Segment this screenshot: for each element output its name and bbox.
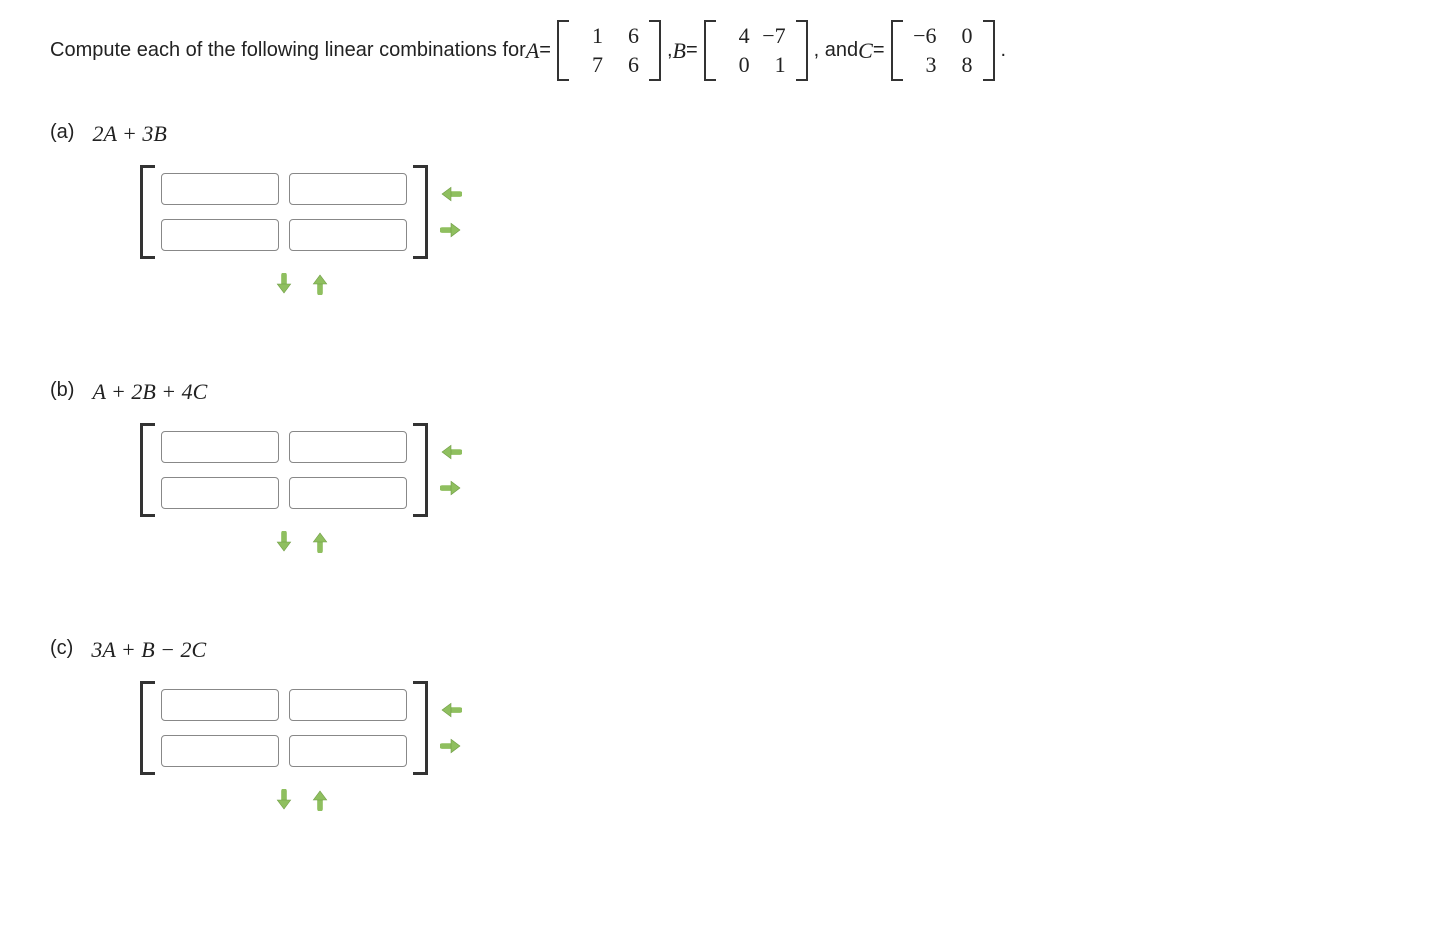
answer-matrix [140, 423, 428, 517]
A-symbol: A [526, 38, 539, 64]
add-row-icon[interactable] [271, 787, 297, 813]
A-r2c2: 6 [609, 51, 645, 80]
remove-column-icon[interactable] [438, 439, 464, 465]
matrix-cell-input[interactable] [161, 431, 279, 463]
part-label: (a) [50, 121, 74, 147]
equals-B: = [686, 39, 698, 62]
question-part: (a) 2A + 3B [50, 121, 1406, 299]
matrix-cell-input[interactable] [161, 173, 279, 205]
B-r1c2: −7 [756, 22, 792, 51]
matrix-cell-input[interactable] [161, 735, 279, 767]
C-r2c2: 8 [943, 51, 979, 80]
part-label: (c) [50, 637, 73, 663]
C-symbol: C [858, 38, 873, 64]
C-r1c2: 0 [943, 22, 979, 51]
B-symbol: B [673, 38, 686, 64]
remove-row-icon[interactable] [307, 271, 333, 297]
question-part: (b) A + 2B + 4C [50, 379, 1406, 557]
C-r1c1: −6 [907, 22, 943, 51]
intro-period: . [1001, 39, 1007, 62]
answer-matrix [140, 681, 428, 775]
B-r2c1: 0 [720, 51, 756, 80]
remove-row-icon[interactable] [307, 529, 333, 555]
answer-matrix [140, 165, 428, 259]
add-column-icon[interactable] [438, 475, 464, 501]
B-r1c1: 4 [720, 22, 756, 51]
equals-A: = [539, 39, 551, 62]
question-part: (c) 3A + B − 2C [50, 637, 1406, 815]
B-r2c2: 1 [756, 51, 792, 80]
matrix-cell-input[interactable] [161, 477, 279, 509]
A-r1c1: 1 [573, 22, 609, 51]
part-expression: 2A + 3B [92, 121, 166, 147]
question-intro: Compute each of the following linear com… [50, 20, 1406, 81]
equals-C: = [873, 39, 885, 62]
remove-column-icon[interactable] [438, 181, 464, 207]
intro-prefix: Compute each of the following linear com… [50, 39, 526, 62]
part-label: (b) [50, 379, 74, 405]
matrix-cell-input[interactable] [289, 689, 407, 721]
comma-and-C: , and [814, 39, 858, 62]
part-expression: 3A + B − 2C [91, 637, 206, 663]
matrix-cell-input[interactable] [289, 431, 407, 463]
matrix-cell-input[interactable] [289, 477, 407, 509]
add-row-icon[interactable] [271, 271, 297, 297]
remove-column-icon[interactable] [438, 697, 464, 723]
A-r2c1: 7 [573, 51, 609, 80]
matrix-B: 4 −7 0 1 [704, 20, 808, 81]
remove-row-icon[interactable] [307, 787, 333, 813]
C-r2c1: 3 [907, 51, 943, 80]
add-column-icon[interactable] [438, 217, 464, 243]
A-r1c2: 6 [609, 22, 645, 51]
matrix-C: −6 0 3 8 [891, 20, 995, 81]
part-expression: A + 2B + 4C [92, 379, 207, 405]
matrix-cell-input[interactable] [161, 219, 279, 251]
matrix-cell-input[interactable] [289, 173, 407, 205]
add-column-icon[interactable] [438, 733, 464, 759]
matrix-A: 1 6 7 6 [557, 20, 661, 81]
matrix-cell-input[interactable] [289, 219, 407, 251]
matrix-cell-input[interactable] [161, 689, 279, 721]
add-row-icon[interactable] [271, 529, 297, 555]
matrix-cell-input[interactable] [289, 735, 407, 767]
